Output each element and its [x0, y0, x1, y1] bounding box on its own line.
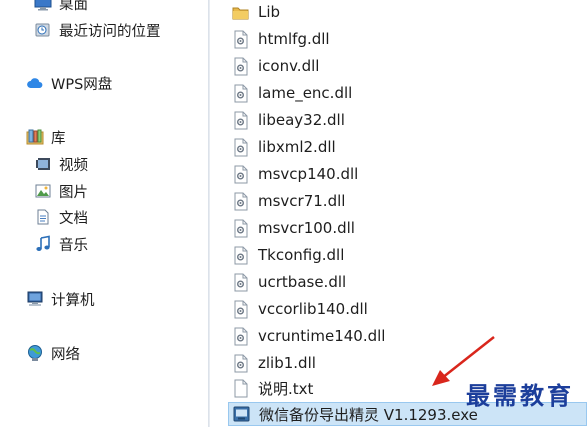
- dll-file-icon: [232, 192, 249, 211]
- dll-file-icon: [232, 138, 249, 157]
- exe-file-icon: [233, 405, 250, 424]
- dll-file-icon: [232, 30, 249, 49]
- list-item[interactable]: vccorlib140.dll: [232, 297, 368, 321]
- sidebar-item-label: 网络: [51, 346, 80, 363]
- file-list: Lib htmlfg.dll iconv.dll lame_enc.dll li…: [210, 0, 587, 427]
- list-item[interactable]: htmlfg.dll: [232, 27, 330, 51]
- documents-library-icon: [34, 208, 52, 226]
- libraries-icon: [26, 128, 44, 146]
- list-item[interactable]: msvcr71.dll: [232, 189, 345, 213]
- list-item[interactable]: vcruntime140.dll: [232, 324, 385, 348]
- dll-file-icon: [232, 327, 249, 346]
- dll-file-icon: [232, 354, 249, 373]
- sidebar-item-label: 文档: [59, 210, 88, 227]
- dll-file-icon: [232, 84, 249, 103]
- list-item[interactable]: iconv.dll: [232, 54, 319, 78]
- list-item[interactable]: ucrtbase.dll: [232, 270, 346, 294]
- video-library-icon: [34, 155, 52, 173]
- recent-places-icon: [34, 21, 52, 39]
- file-name: lame_enc.dll: [258, 84, 353, 102]
- list-item[interactable]: Lib: [232, 0, 280, 24]
- dll-file-icon: [232, 219, 249, 238]
- cloud-icon: [26, 74, 44, 92]
- file-name: Lib: [258, 3, 281, 21]
- file-name: msvcr100.dll: [258, 219, 355, 237]
- sidebar-item-music[interactable]: 音乐: [34, 233, 88, 255]
- list-item[interactable]: msvcp140.dll: [232, 162, 358, 186]
- sidebar-item-label: 视频: [59, 157, 88, 174]
- folder-icon: [232, 3, 249, 22]
- watermark-logo: 最需教育: [466, 381, 574, 410]
- sidebar-item-libraries[interactable]: 库: [26, 126, 66, 148]
- list-item[interactable]: msvcr100.dll: [232, 216, 355, 240]
- dll-file-icon: [232, 246, 249, 265]
- file-name: ucrtbase.dll: [258, 273, 347, 291]
- file-name: libxml2.dll: [258, 138, 336, 156]
- sidebar-item-label: WPS网盘: [51, 76, 113, 93]
- desktop-icon: [34, 0, 52, 12]
- file-name: zlib1.dll: [258, 354, 316, 372]
- file-name: msvcp140.dll: [258, 165, 359, 183]
- dll-file-icon: [232, 57, 249, 76]
- list-item[interactable]: libeay32.dll: [232, 108, 345, 132]
- sidebar-item-label: 音乐: [59, 237, 88, 254]
- sidebar-item-recent-places[interactable]: 最近访问的位置: [34, 19, 161, 41]
- dll-file-icon: [232, 300, 249, 319]
- sidebar-item-wps-cloud[interactable]: WPS网盘: [26, 72, 112, 94]
- sidebar-item-desktop[interactable]: 桌面: [34, 0, 88, 14]
- file-name: msvcr71.dll: [258, 192, 346, 210]
- dll-file-icon: [232, 273, 249, 292]
- music-library-icon: [34, 235, 52, 253]
- sidebar-item-videos[interactable]: 视频: [34, 153, 88, 175]
- sidebar-item-label: 最近访问的位置: [59, 23, 161, 40]
- file-name: vccorlib140.dll: [258, 300, 368, 318]
- navigation-pane: 桌面 最近访问的位置 WPS网盘 库 视频 图片 文档 音乐 计算机 网络: [0, 0, 208, 427]
- list-item[interactable]: Tkconfig.dll: [232, 243, 344, 267]
- sidebar-item-label: 计算机: [51, 292, 95, 309]
- file-name: Tkconfig.dll: [258, 246, 345, 264]
- sidebar-item-label: 库: [51, 130, 66, 147]
- file-name: vcruntime140.dll: [258, 327, 386, 345]
- sidebar-item-computer[interactable]: 计算机: [26, 288, 95, 310]
- list-item[interactable]: libxml2.dll: [232, 135, 336, 159]
- file-name: libeay32.dll: [258, 111, 345, 129]
- file-name: iconv.dll: [258, 57, 320, 75]
- text-file-icon: [232, 379, 249, 398]
- sidebar-item-pictures[interactable]: 图片: [34, 180, 88, 202]
- sidebar-item-network[interactable]: 网络: [26, 342, 80, 364]
- sidebar-item-label: 图片: [59, 184, 88, 201]
- file-name: htmlfg.dll: [258, 30, 330, 48]
- list-item[interactable]: zlib1.dll: [232, 351, 316, 375]
- file-name: 微信备份导出精灵 V1.1293.exe: [259, 405, 478, 424]
- list-item[interactable]: 说明.txt: [232, 376, 313, 400]
- sidebar-item-documents[interactable]: 文档: [34, 206, 88, 228]
- list-item[interactable]: lame_enc.dll: [232, 81, 352, 105]
- computer-icon: [26, 290, 44, 308]
- pictures-library-icon: [34, 182, 52, 200]
- dll-file-icon: [232, 165, 249, 184]
- sidebar-item-label: 桌面: [59, 0, 88, 13]
- network-icon: [26, 344, 44, 362]
- dll-file-icon: [232, 111, 249, 130]
- file-name: 说明.txt: [258, 379, 314, 398]
